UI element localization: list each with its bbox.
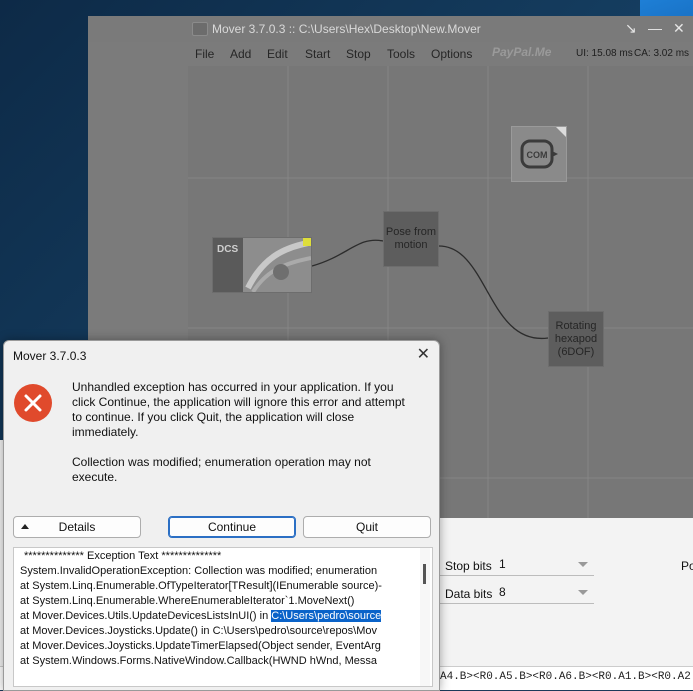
menu-options[interactable]: Options [431, 47, 472, 61]
menu-stop[interactable]: Stop [346, 47, 371, 61]
menu-bar: File Add Edit Start Stop Tools Options P… [88, 42, 693, 66]
hexapod-node-label-line2: hexapod [554, 332, 598, 345]
data-bits-value: 8 [499, 585, 506, 599]
collapse-icon[interactable]: ↘ [625, 20, 637, 37]
rotating-hexapod-node[interactable]: Rotating hexapod (6DOF) [548, 311, 604, 367]
menu-start[interactable]: Start [305, 47, 330, 61]
menu-file[interactable]: File [195, 47, 214, 61]
quit-button[interactable]: Quit [303, 516, 431, 538]
stop-bits-select[interactable]: 1 [440, 553, 594, 576]
continue-button[interactable]: Continue [168, 516, 296, 538]
pose-from-motion-node[interactable]: Pose from motion [383, 211, 439, 267]
node-corner-marker [556, 127, 566, 137]
ca-timing-stat: CA: 3.02 ms [634, 48, 690, 59]
close-button[interactable]: ✕ [673, 20, 685, 37]
error-message: Unhandled exception has occurred in your… [72, 380, 405, 439]
data-bits-select[interactable]: 8 [440, 581, 594, 604]
connection-dcs-pose [311, 239, 384, 267]
paypal-link[interactable]: PayPal.Me [492, 45, 551, 59]
pose-node-label-line2: motion [394, 239, 428, 251]
exception-line: at Mover.Devices.Joysticks.Update() in C… [20, 625, 378, 637]
stop-bits-value: 1 [499, 557, 506, 571]
details-button[interactable]: Details [13, 516, 141, 538]
com-output-node[interactable]: COM [511, 126, 567, 182]
scrollbar-thumb[interactable] [423, 564, 426, 584]
serial-output-text: A4.B><R0.A5.B><R0.A6.B><R0.A1.B><R0.A2.B… [440, 671, 693, 683]
expand-triangle-icon [21, 524, 29, 529]
exception-line: at Mover.Devices.Joysticks.UpdateTimerEl… [20, 640, 381, 652]
exception-line: at Mover.Devices.Utils.UpdateDevicesList… [20, 610, 382, 622]
menu-tools[interactable]: Tools [387, 47, 415, 61]
chevron-down-icon [578, 562, 588, 567]
hexapod-node-label-line3: (6DOF) [557, 345, 595, 358]
connection-pose-hexapod [438, 245, 549, 339]
exception-line: System.InvalidOperationException: Collec… [20, 565, 378, 577]
exception-line: ************** Exception Text **********… [24, 550, 222, 562]
exception-line: at System.Linq.Enumerable.WhereEnumerabl… [20, 595, 355, 607]
port-label-partial: Po [681, 559, 693, 573]
continue-button-label: Continue [207, 520, 257, 534]
dcs-input-node[interactable]: DCS [212, 237, 312, 293]
ui-timing-stat: UI: 15.08 ms [576, 48, 633, 59]
exception-line: at System.Windows.Forms.NativeWindow.Cal… [20, 655, 377, 667]
pose-node-label-line1: Pose from [385, 226, 437, 238]
exception-line-text: at Mover.Devices.Utils.UpdateDevicesList… [20, 610, 272, 622]
menu-edit[interactable]: Edit [267, 47, 288, 61]
dialog-title: Mover 3.7.0.3 [13, 349, 87, 363]
dialog-close-button[interactable]: ✕ [417, 344, 430, 364]
exception-details-textbox[interactable]: ************** Exception Text **********… [13, 547, 433, 687]
selected-path-text: C:\Users\pedro\source [271, 610, 382, 622]
window-title-bar: Mover 3.7.0.3 :: C:\Users\Hex\Desktop\Ne… [88, 16, 693, 42]
quit-button-label: Quit [355, 520, 378, 534]
exception-dialog: Mover 3.7.0.3 ✕ Unhandled exception has … [3, 340, 440, 691]
com-port-icon: COM [520, 139, 558, 169]
hexapod-node-label-line1: Rotating [555, 319, 597, 332]
exception-line: at System.Linq.Enumerable.OfTypeIterator… [20, 580, 382, 592]
vertical-scrollbar[interactable] [420, 548, 430, 686]
error-detail: Collection was modified; enumeration ope… [72, 455, 371, 484]
chevron-down-icon [578, 590, 588, 595]
com-label: COM [527, 150, 548, 160]
app-icon [192, 22, 208, 36]
dcs-logo-text: DCS [217, 244, 238, 255]
window-title: Mover 3.7.0.3 :: C:\Users\Hex\Desktop\Ne… [212, 22, 481, 36]
menu-add[interactable]: Add [230, 47, 251, 61]
minimize-button[interactable]: — [648, 20, 662, 36]
dcs-thumbnail-image: DCS [213, 238, 311, 292]
error-icon [14, 384, 52, 422]
details-button-label: Details [58, 520, 96, 534]
